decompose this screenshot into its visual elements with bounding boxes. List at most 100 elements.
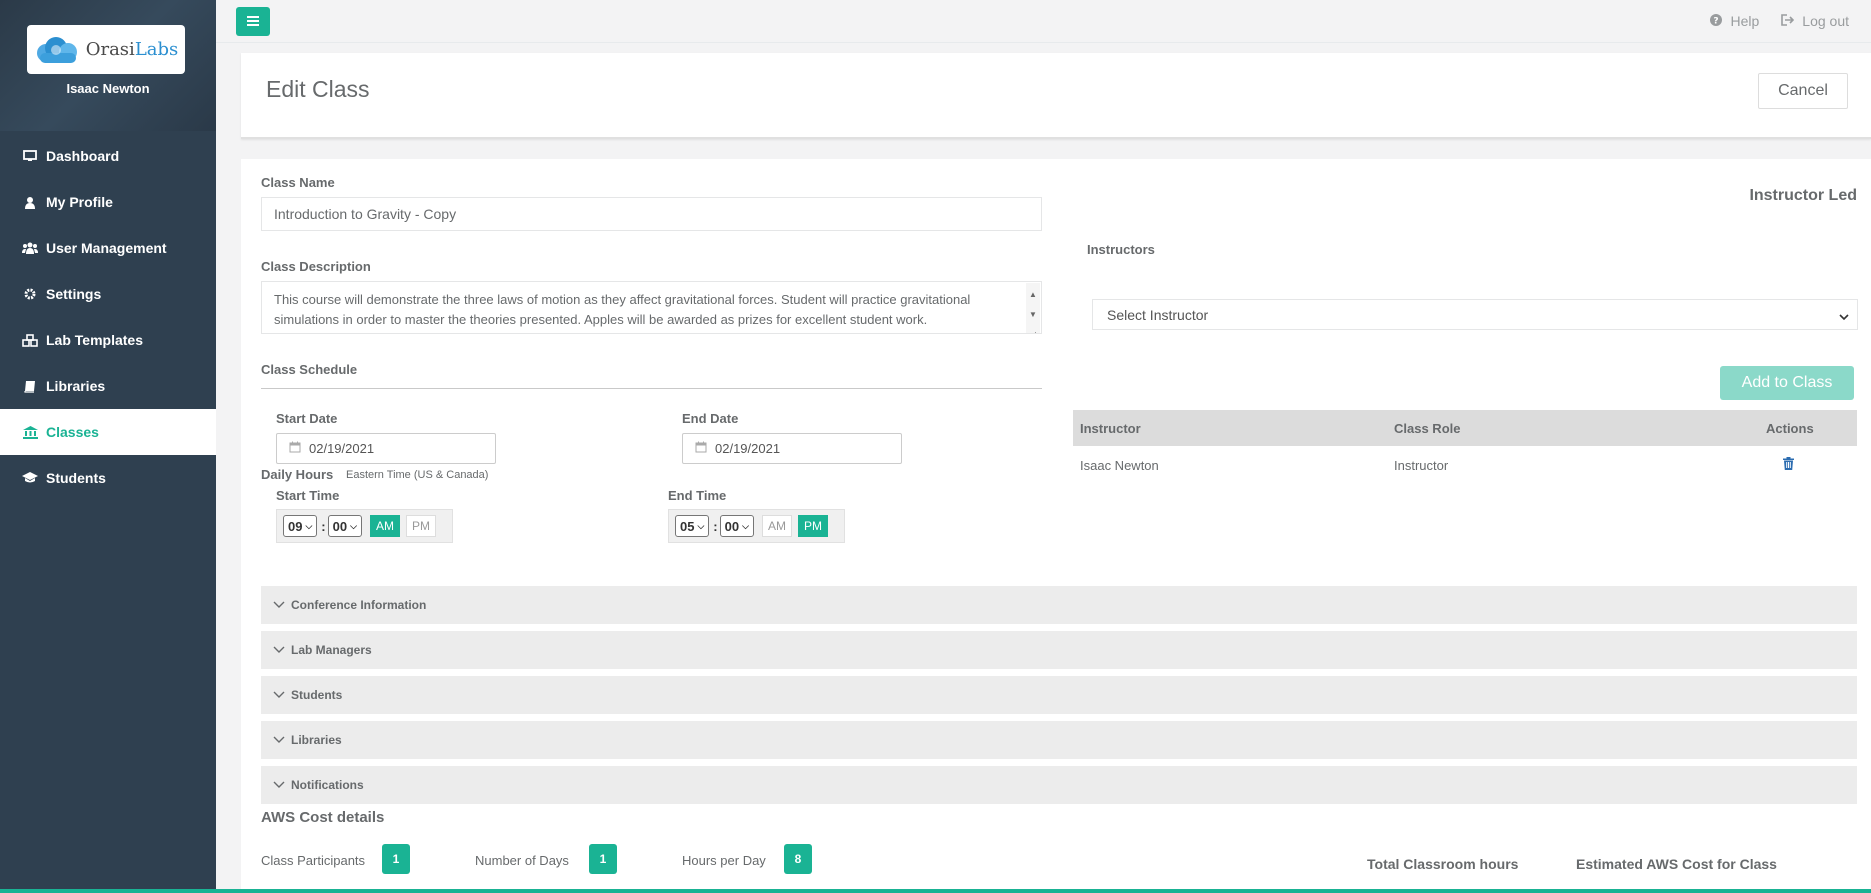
column-header-actions: Actions [1766,420,1814,436]
top-navbar: ? Help Log out [216,0,1871,43]
start-time-label: Start Time [276,488,340,503]
accordion-notifications[interactable]: Notifications [261,766,1857,804]
sidebar-item-my-profile[interactable]: My Profile [0,179,216,225]
logo-wordmark: OrasiLabs [85,39,179,60]
sidebar-item-label: User Management [46,240,167,256]
instructor-select-value: Select Instructor [1107,306,1209,323]
scroll-up-icon: ▲ [1029,290,1037,299]
accordion-label: Libraries [291,733,342,747]
time-separator: : [713,518,718,534]
sidebar-item-label: Libraries [46,378,106,394]
user-icon [20,196,40,209]
end-minute-select[interactable]: 00 ⌵ [719,515,754,537]
daily-hours-label: Daily Hours [261,467,334,482]
cubes-icon [20,333,40,347]
chevron-down-icon: ⌵ [742,520,749,531]
table-row: Isaac Newton Instructor [1073,446,1857,484]
accordion-label: Notifications [291,778,364,792]
accordion-students[interactable]: Students [261,676,1857,714]
page-header: Edit Class Cancel [241,53,1871,139]
end-date-input[interactable]: 02/19/2021 [682,433,902,464]
svg-text:?: ? [1714,17,1719,27]
end-time-picker: 05 ⌵ : 00 ⌵ AM PM [668,509,845,543]
end-am-toggle[interactable]: AM [761,515,792,537]
calendar-icon [289,441,301,456]
sidebar-item-students[interactable]: Students [0,455,216,501]
sidebar-item-classes[interactable]: Classes [0,409,216,455]
start-minute-select[interactable]: 00 ⌵ [327,515,362,537]
total-classroom-hours-label: Total Classroom hours [1367,856,1519,872]
chevron-down-icon [273,781,285,789]
sidebar: OrasiLabs Isaac Newton Dashboard My Prof… [0,0,216,893]
chevron-down-icon [273,691,285,699]
start-am-toggle[interactable]: AM [369,515,400,537]
chevron-down-icon [273,736,285,744]
sidebar-item-label: Lab Templates [46,332,143,348]
class-mode-label: Instructor Led [1749,187,1857,204]
logout-link[interactable]: Log out [1781,13,1849,29]
graduation-cap-icon [20,472,40,484]
gear-icon [20,288,40,300]
class-name-input[interactable]: Introduction to Gravity - Copy [261,197,1042,231]
class-description-textarea[interactable]: This course will demonstrate the three l… [261,281,1042,334]
bank-icon [20,425,40,439]
sidebar-item-label: Classes [46,424,99,440]
instructors-label: Instructors [1087,242,1155,257]
users-icon [20,242,40,254]
monitor-icon [20,150,40,162]
cloud-logo-icon [36,36,77,63]
time-separator: : [321,518,326,534]
sidebar-item-label: Settings [46,286,102,302]
sidebar-profile: OrasiLabs Isaac Newton [0,0,216,131]
sidebar-item-user-management[interactable]: User Management [0,225,216,271]
chevron-down-icon [273,646,285,654]
orasilabs-logo[interactable]: OrasiLabs [27,25,185,74]
start-hour-select[interactable]: 09 ⌵ [283,515,318,537]
edit-class-form: Class Name Introduction to Gravity - Cop… [241,159,1871,893]
column-header-instructor[interactable]: Instructor [1080,410,1141,446]
sidebar-item-lab-templates[interactable]: Lab Templates [0,317,216,363]
start-time-picker: 09 ⌵ : 00 ⌵ AM PM [276,509,453,543]
textarea-scrollbar[interactable]: ▲ ▼ ◢ [1026,283,1040,333]
sidebar-item-dashboard[interactable]: Dashboard [0,133,216,179]
chevron-down-icon [273,601,285,609]
help-link[interactable]: ? Help [1710,13,1759,29]
class-role-cell: Instructor [1394,457,1449,473]
bottom-accent-bar [0,889,1871,893]
sign-out-icon [1781,13,1795,29]
end-pm-toggle[interactable]: PM [797,515,828,537]
instructor-table-header: Instructor Class Role Actions [1073,410,1857,446]
calendar-icon [695,441,707,456]
start-date-value: 02/19/2021 [309,441,375,456]
end-date-value: 02/19/2021 [715,441,781,456]
end-hour-select[interactable]: 05 ⌵ [675,515,710,537]
sidebar-item-libraries[interactable]: Libraries [0,363,216,409]
delete-instructor-button[interactable] [1783,446,1794,484]
hours-per-day-badge: 8 [784,844,812,874]
sidebar-item-settings[interactable]: Settings [0,271,216,317]
accordion-label: Conference Information [291,598,427,612]
instructor-name-cell: Isaac Newton [1080,457,1159,473]
menu-toggle-button[interactable] [236,7,270,36]
class-description-label: Class Description [261,259,371,274]
chevron-down-icon: ⌵ [305,520,313,531]
hours-per-day-label: Hours per Day [682,853,766,868]
accordion-lab-managers[interactable]: Lab Managers [261,631,1857,669]
instructor-select[interactable]: Select Instructor [1092,299,1858,330]
cancel-button[interactable]: Cancel [1758,73,1848,109]
accordion-libraries[interactable]: Libraries [261,721,1857,759]
accordion-conference-information[interactable]: Conference Information [261,586,1857,624]
class-schedule-label: Class Schedule [261,362,358,377]
start-pm-toggle[interactable]: PM [405,515,436,537]
add-to-class-button[interactable]: Add to Class [1720,366,1854,400]
logout-label: Log out [1802,13,1849,29]
schedule-divider [261,388,1042,389]
resize-handle-icon: ◢ [1030,325,1036,333]
sidebar-item-label: Students [46,470,106,486]
column-header-class-role[interactable]: Class Role [1394,410,1460,446]
start-date-input[interactable]: 02/19/2021 [276,433,496,464]
chevron-down-icon [1839,308,1849,324]
end-time-label: End Time [668,488,727,503]
trash-icon [1783,457,1794,473]
number-of-days-badge: 1 [589,844,617,874]
